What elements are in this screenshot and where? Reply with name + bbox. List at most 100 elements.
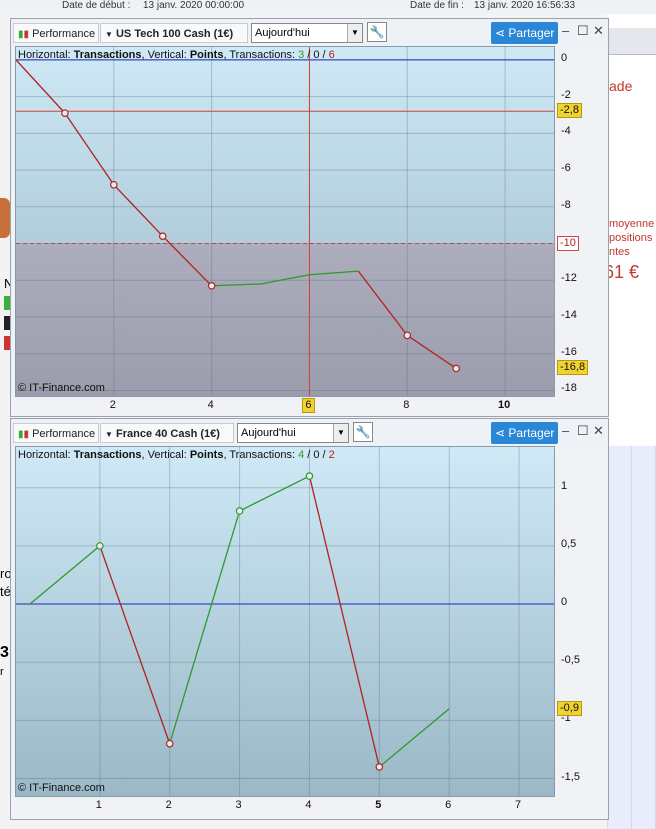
y-tick-label: -0,5 [561, 654, 580, 667]
background-panel [607, 14, 656, 829]
horizontal-label: Horizontal: [18, 449, 71, 461]
minimize-icon[interactable]: – [562, 423, 569, 438]
data-point [403, 331, 412, 340]
candlestick-red-icon: ▮ [23, 429, 30, 440]
period-select[interactable]: Aujourd'hui ▼ [251, 23, 363, 43]
data-point [452, 364, 460, 373]
x-tick-label: 1 [95, 799, 102, 811]
share-label: Partager [508, 26, 555, 40]
chart-background [16, 447, 554, 796]
vertical-label: Vertical: [147, 49, 187, 61]
performance-window-us-tech: ▮▮ Performance ▼ US Tech 100 Cash (1€) A… [10, 18, 609, 417]
instrument-name: France 40 Cash (1€) [115, 428, 220, 440]
y-tick-label: 1 [561, 479, 568, 492]
data-point [96, 542, 104, 550]
wins-count: 4 [298, 449, 305, 461]
start-date-label: Date de début : [62, 0, 131, 11]
dropdown-arrow-icon: ▼ [105, 30, 113, 39]
y-tick-label: 0 [561, 51, 568, 64]
horizontal-value: Transactions [73, 449, 142, 461]
background-amount: 61 € [604, 262, 640, 282]
maximize-icon[interactable]: ☐ [577, 23, 589, 39]
x-tick-label: 2 [165, 799, 172, 811]
copyright: © IT-Finance.com [18, 782, 105, 794]
date-range-bar: Date de début : 13 janv. 2020 00:00:00 D… [0, 0, 656, 14]
losses-count: 6 [328, 49, 335, 61]
x-tick-label: 5 [375, 799, 382, 811]
wrench-icon[interactable]: 🔧 [353, 422, 373, 442]
window-toolbar: ▮▮ Performance ▼ US Tech 100 Cash (1€) A… [11, 19, 608, 49]
share-button[interactable]: ⋖ Partager [491, 22, 558, 44]
performance-chart-svg [16, 47, 554, 396]
performance-window-france40: ▮▮ Performance ▼ France 40 Cash (1€) Auj… [10, 418, 609, 820]
current-value-tag: -0,9 [557, 700, 582, 716]
y-tick-label: -12 [561, 272, 577, 285]
close-icon[interactable]: ✕ [593, 23, 604, 39]
data-point [305, 472, 314, 480]
cursor-x-tag: 6 [302, 398, 315, 413]
background-ntes-text: ntes [609, 246, 630, 258]
y-tick-label: -6 [561, 162, 571, 175]
start-date-value: 13 janv. 2020 00:00:00 [143, 0, 245, 11]
y-tick-label: -8 [561, 198, 571, 211]
period-select[interactable]: Aujourd'hui ▼ [237, 423, 349, 443]
copyright: © IT-Finance.com [18, 382, 105, 394]
loss-zone-shading [16, 243, 554, 396]
y-tick-label: -1,5 [561, 770, 580, 783]
close-icon[interactable]: ✕ [593, 423, 604, 439]
performance-label: Performance [32, 28, 96, 40]
x-tick-label: 3 [235, 799, 242, 811]
performance-label: Performance [32, 428, 96, 440]
chart-area[interactable]: Horizontal: Transactions, Vertical: Poin… [15, 46, 555, 397]
background-moyenne-text: moyenne [609, 218, 655, 230]
period-value: Aujourd'hui [255, 27, 310, 39]
transactions-label: Transactions: [229, 449, 295, 461]
data-point [207, 281, 216, 290]
x-tick-label: 2 [109, 399, 116, 411]
y-tick-label: 0,5 [561, 537, 577, 550]
instrument-selector[interactable]: ▼ France 40 Cash (1€) [100, 423, 234, 443]
chart-area[interactable]: Horizontal: Transactions, Vertical: Poin… [15, 446, 555, 797]
wrench-icon[interactable]: 🔧 [367, 22, 387, 42]
chart-info: Horizontal: Transactions, Vertical: Poin… [18, 49, 335, 61]
x-tick-label: 4 [207, 399, 214, 411]
candlestick-red-icon: ▮ [23, 29, 30, 40]
dropdown-arrow-icon: ▼ [105, 430, 113, 439]
y-tick-label: -16 [561, 345, 577, 358]
period-value: Aujourd'hui [241, 427, 296, 439]
performance-button[interactable]: ▮▮ Performance [13, 23, 99, 43]
window-toolbar: ▮▮ Performance ▼ France 40 Cash (1€) Auj… [11, 419, 608, 449]
share-button[interactable]: ⋖ Partager [491, 422, 558, 444]
x-tick-label: 4 [305, 799, 312, 811]
transactions-label: Transactions: [229, 49, 295, 61]
chevron-down-icon: ▼ [333, 424, 348, 442]
y-tick-label: -14 [561, 309, 577, 322]
x-tick-label: 10 [497, 399, 511, 411]
background-tab [607, 28, 656, 55]
x-tick-label: 7 [515, 799, 522, 811]
background-left-circle [0, 198, 10, 238]
y-tick-label: -18 [561, 382, 577, 395]
performance-chart-svg [16, 447, 554, 796]
level-value-tag: -2,8 [557, 103, 582, 119]
horizontal-label: Horizontal: [18, 49, 71, 61]
chevron-down-icon: ▼ [347, 24, 362, 42]
minimize-icon[interactable]: – [562, 23, 569, 38]
y-tick-label: -2 [561, 88, 571, 101]
background-trade-text: ade [609, 78, 633, 94]
data-point [375, 763, 384, 771]
instrument-name: US Tech 100 Cash (1€) [115, 28, 234, 40]
vertical-value: Points [189, 49, 224, 61]
horizontal-value: Transactions [73, 49, 142, 61]
data-point [165, 739, 174, 748]
maximize-icon[interactable]: ☐ [577, 423, 589, 439]
share-icon: ⋖ [495, 26, 506, 40]
data-point [235, 507, 244, 515]
instrument-selector[interactable]: ▼ US Tech 100 Cash (1€) [100, 23, 248, 43]
neutral-count: 0 [313, 449, 320, 461]
threshold-value-tag: -10 [557, 235, 579, 251]
chart-info: Horizontal: Transactions, Vertical: Poin… [18, 449, 335, 461]
share-icon: ⋖ [495, 426, 506, 440]
losses-count: 2 [328, 449, 335, 461]
performance-button[interactable]: ▮▮ Performance [13, 423, 99, 443]
